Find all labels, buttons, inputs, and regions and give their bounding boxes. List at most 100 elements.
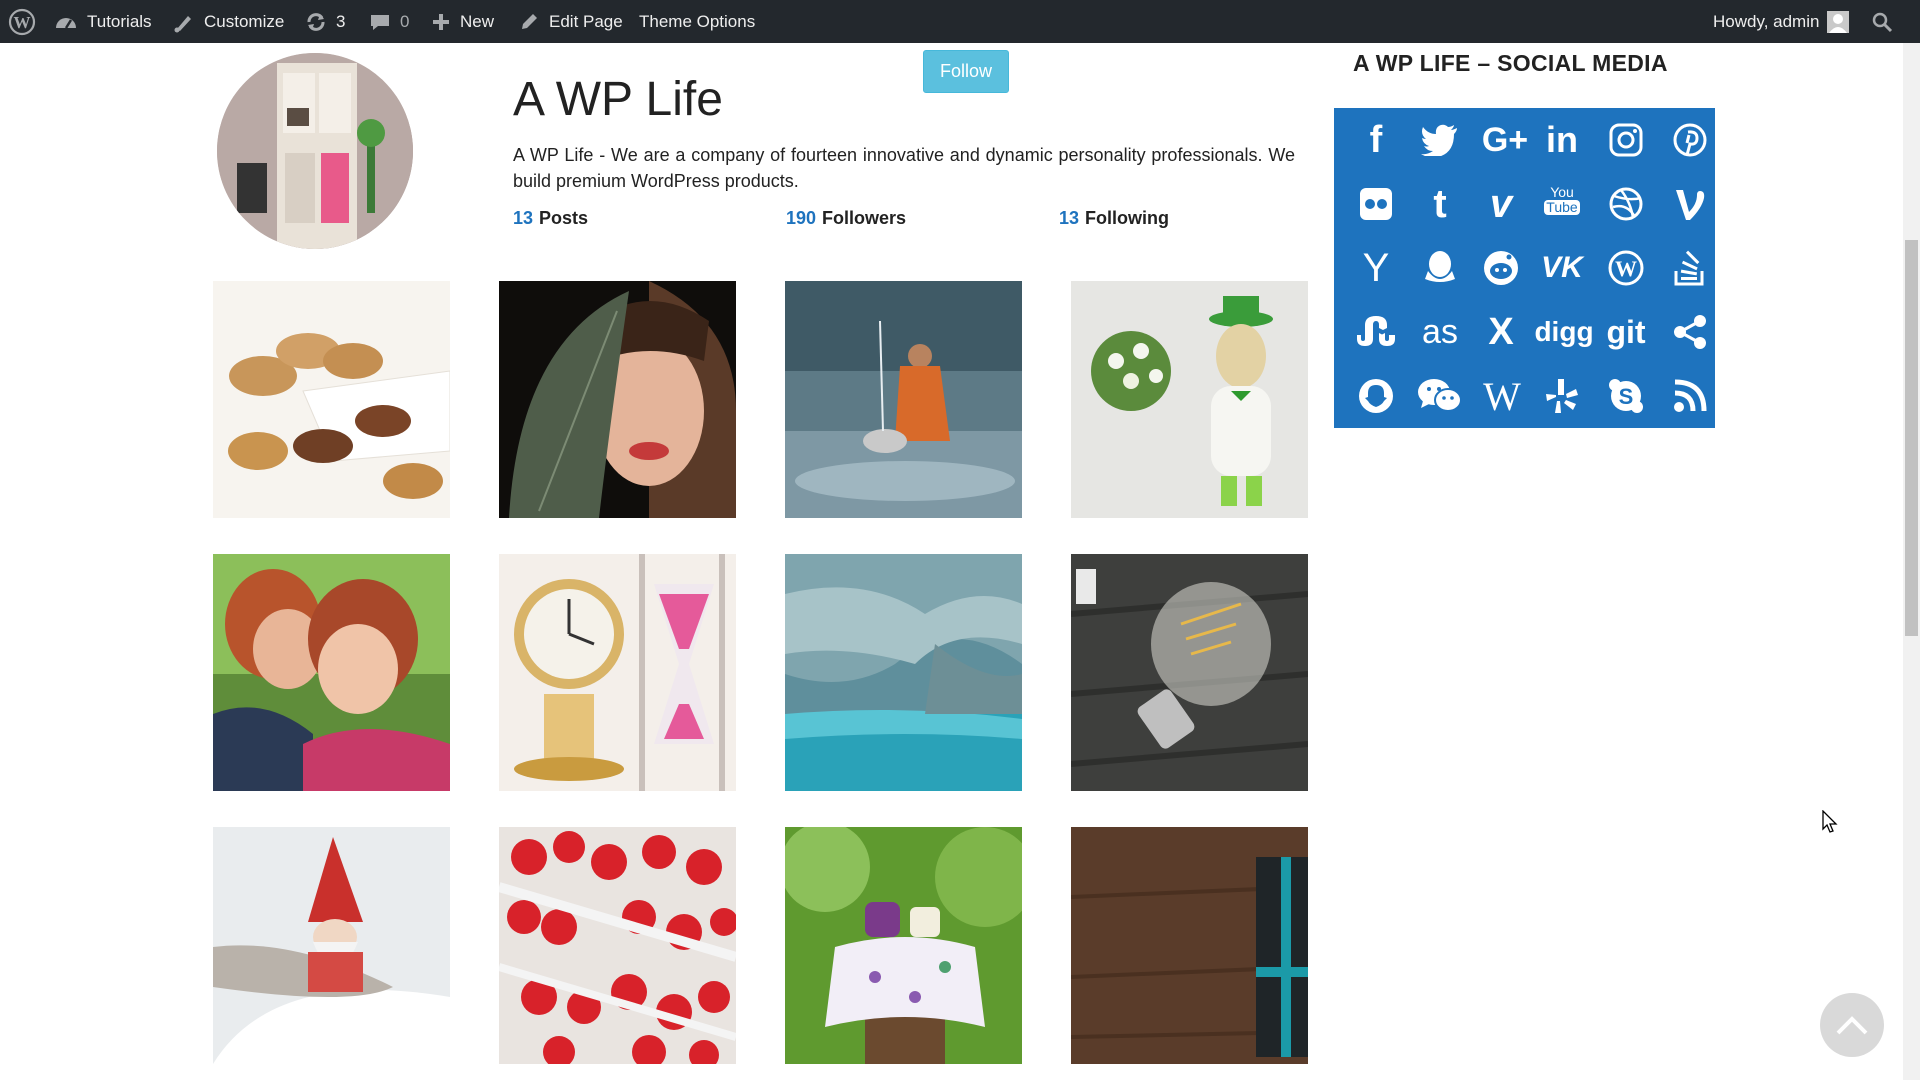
woman-leaf-photo[interactable] [499, 281, 736, 518]
snapchat-icon[interactable] [1352, 372, 1400, 420]
customize-label: Customize [204, 11, 285, 31]
skype-icon[interactable]: S [1602, 372, 1650, 420]
stat-posts[interactable]: 13 Posts [513, 208, 588, 229]
back-to-top-button[interactable] [1820, 993, 1884, 1057]
flickr-icon[interactable] [1352, 180, 1400, 228]
greeting-label: Howdy, admin [1713, 11, 1820, 31]
profile-avatar[interactable] [217, 53, 413, 249]
customize-menu[interactable]: Customize [173, 0, 284, 43]
clock-hourglass-photo[interactable] [499, 554, 736, 791]
chevron-up-icon [1836, 1016, 1868, 1035]
linkedin-icon[interactable]: in [1538, 116, 1586, 164]
vk-icon[interactable]: VK [1538, 244, 1586, 292]
theme-options-link[interactable]: Theme Options [639, 0, 755, 43]
skype-glyph: S [1619, 384, 1634, 409]
wikipedia-glyph: W [1483, 373, 1521, 419]
tumblr-icon[interactable]: t [1416, 180, 1464, 228]
widget-title: A WP LIFE – SOCIAL MEDIA [1353, 50, 1668, 76]
facebook-glyph: f [1369, 118, 1383, 161]
vimeo-icon[interactable]: v [1477, 180, 1525, 228]
xing-icon[interactable]: X [1477, 308, 1525, 356]
rss-icon[interactable] [1666, 372, 1714, 420]
facebook-icon[interactable]: f [1352, 116, 1400, 164]
git-glyph: git [1606, 313, 1646, 350]
profile-bio: A WP Life - We are a company of fourteen… [513, 145, 1295, 191]
pinterest-icon[interactable] [1666, 116, 1714, 164]
vine-icon[interactable] [1666, 180, 1714, 228]
figurine-flowers-photo[interactable] [1071, 281, 1308, 518]
digg-icon[interactable]: digg [1532, 308, 1596, 356]
plus-icon [433, 13, 449, 30]
social-icons-panel: f G+ in t v You Tube Y VK W as X digg gi… [1334, 108, 1715, 428]
updates-count: 3 [336, 11, 346, 31]
svg-text:W: W [14, 13, 31, 32]
followers-label: Followers [822, 208, 907, 228]
new-content-menu[interactable]: New [432, 0, 494, 43]
qq-icon[interactable] [1416, 244, 1464, 292]
hacker-news-glyph: Y [1362, 245, 1390, 290]
google-plus-glyph: G+ [1481, 120, 1529, 159]
gnome-snow-photo[interactable] [213, 827, 450, 1064]
strawberries-photo[interactable] [499, 827, 736, 1064]
lastfm-icon[interactable]: as [1412, 308, 1468, 356]
follow-button[interactable]: Follow [923, 50, 1009, 93]
stat-following[interactable]: 13 Following [1059, 208, 1169, 229]
vimeo-glyph: v [1489, 181, 1513, 226]
site-name-menu[interactable]: Tutorials [54, 0, 152, 43]
admin-bar: W Tutorials Customize 3 0 New Edit Page … [0, 0, 1920, 43]
edit-page-label: Edit Page [549, 11, 623, 31]
dashboard-gauge-icon [56, 17, 76, 29]
comments-count: 0 [400, 11, 410, 31]
linkedin-glyph: in [1546, 119, 1578, 160]
twitter-icon[interactable] [1416, 116, 1464, 164]
hacker-news-icon[interactable]: Y [1352, 244, 1400, 292]
monk-river-photo[interactable] [785, 281, 1022, 518]
updates-menu[interactable]: 3 [304, 0, 345, 43]
comment-bubble-icon [371, 14, 389, 30]
stat-followers[interactable]: 190 Followers [786, 208, 906, 229]
digg-glyph: digg [1534, 316, 1594, 347]
user-silhouette-icon [1829, 13, 1848, 33]
stackoverflow-icon[interactable] [1666, 244, 1714, 292]
lightbulb-photo[interactable] [1071, 554, 1308, 791]
youtube-glyph-top: You [1550, 184, 1574, 200]
instagram-icon[interactable] [1602, 116, 1650, 164]
dribbble-icon[interactable] [1602, 180, 1650, 228]
xing-glyph: X [1488, 310, 1514, 353]
brush-icon [174, 15, 191, 32]
profile-name: A WP Life [513, 73, 723, 126]
kids-photo[interactable] [213, 554, 450, 791]
pencil-icon [522, 13, 537, 29]
reddit-icon[interactable] [1477, 244, 1525, 292]
site-name-label: Tutorials [87, 11, 152, 31]
gift-box-photo[interactable] [1071, 827, 1308, 1064]
garden-tea-photo[interactable] [785, 827, 1022, 1064]
tumblr-glyph: t [1433, 181, 1447, 226]
wechat-icon[interactable] [1414, 372, 1466, 420]
following-count: 13 [1059, 208, 1080, 228]
avatar-small [1827, 10, 1850, 33]
git-icon[interactable]: git [1598, 308, 1654, 356]
share-icon[interactable] [1666, 308, 1714, 356]
new-label: New [460, 11, 495, 31]
lastfm-glyph: as [1422, 312, 1458, 351]
edit-page-link[interactable]: Edit Page [519, 0, 623, 43]
posts-label: Posts [539, 208, 589, 228]
stumbleupon-icon[interactable] [1348, 308, 1404, 356]
youtube-glyph-bottom: Tube [1544, 199, 1580, 215]
pecans-photo[interactable] [213, 281, 450, 518]
following-label: Following [1085, 208, 1170, 228]
search-icon[interactable] [1871, 0, 1893, 43]
youtube-icon[interactable]: You Tube [1538, 176, 1586, 224]
account-menu[interactable]: Howdy, admin [1713, 0, 1850, 43]
yelp-icon[interactable] [1538, 372, 1586, 420]
comments-menu[interactable]: 0 [369, 0, 409, 43]
followers-count: 190 [786, 208, 817, 228]
scrollbar-thumb[interactable] [1905, 240, 1918, 636]
google-plus-icon[interactable]: G+ [1477, 116, 1533, 164]
wordpress-icon[interactable]: W [1602, 244, 1650, 292]
wikipedia-icon[interactable]: W [1474, 372, 1530, 420]
ice-cave-photo[interactable] [785, 554, 1022, 791]
update-refresh-icon [307, 12, 325, 31]
wordpress-logo-icon[interactable]: W [8, 0, 36, 43]
